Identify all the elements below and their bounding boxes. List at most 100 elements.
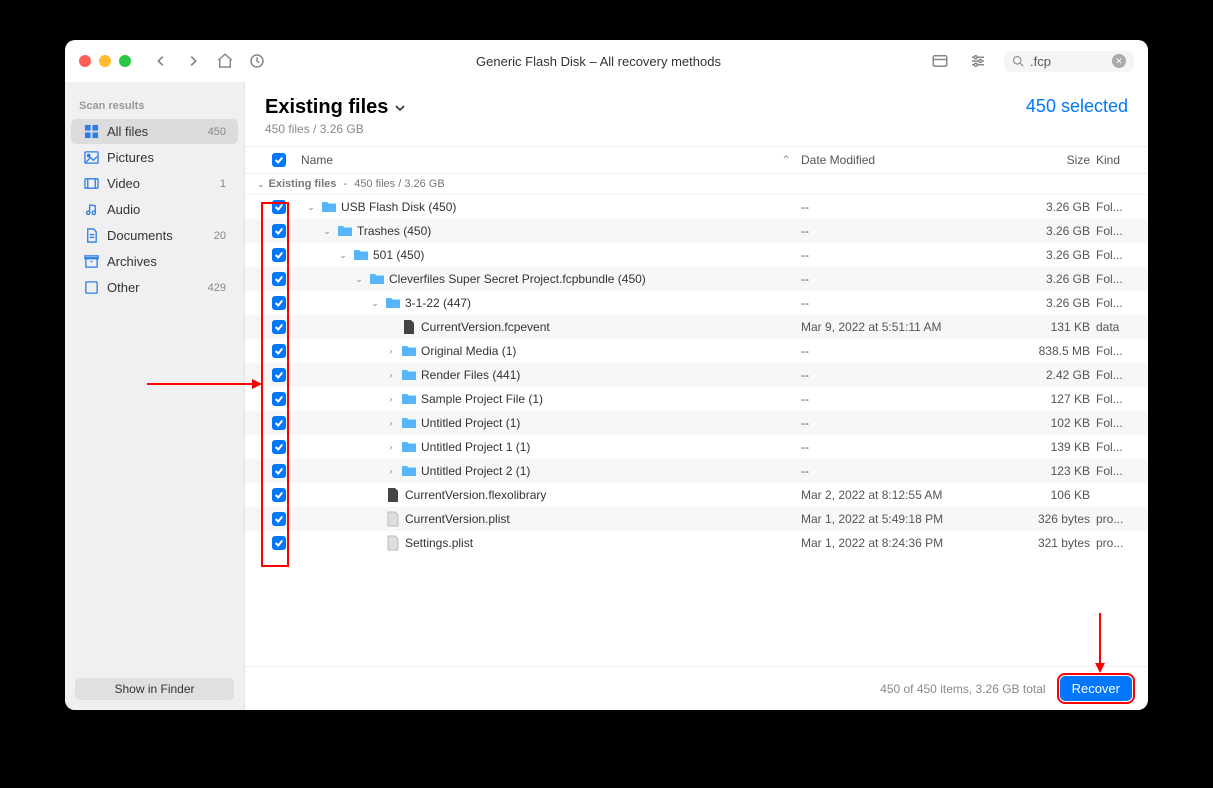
main-title[interactable]: Existing files [265,96,406,119]
file-row[interactable]: › Render Files (441) -- 2.42 GB Fol... [245,363,1148,387]
sidebar-item-pictures[interactable]: Pictures [71,145,238,170]
file-size: 106 KB [1001,488,1096,502]
sidebar-item-label: Archives [107,254,157,269]
sidebar-item-other[interactable]: Other 429 [71,275,238,300]
row-checkbox[interactable] [272,344,286,358]
file-date: Mar 9, 2022 at 5:51:11 AM [801,320,1001,334]
file-size: 123 KB [1001,464,1096,478]
row-checkbox[interactable] [272,440,286,454]
file-row[interactable]: CurrentVersion.plist Mar 1, 2022 at 5:49… [245,507,1148,531]
file-icon [385,511,401,527]
sidebar-item-all-files[interactable]: All files 450 [71,119,238,144]
chevron-down-icon[interactable]: ⌄ [257,179,265,190]
folder-icon [401,367,417,383]
home-icon[interactable] [213,49,237,73]
row-checkbox[interactable] [272,488,286,502]
sidebar-item-archives[interactable]: Archives [71,249,238,274]
row-checkbox[interactable] [272,296,286,310]
folder-icon [401,463,417,479]
file-row[interactable]: ⌄ 501 (450) -- 3.26 GB Fol... [245,243,1148,267]
search-field[interactable]: .fcp ✕ [1004,51,1134,72]
file-row[interactable]: › Untitled Project 1 (1) -- 139 KB Fol..… [245,435,1148,459]
nav-back-button[interactable] [149,49,173,73]
breadcrumb: ⌄ Existing files - 450 files / 3.26 GB [245,174,1148,195]
grid-icon [83,124,99,139]
disclosure-icon[interactable]: › [385,346,397,356]
search-input[interactable]: .fcp [1030,54,1051,69]
row-checkbox[interactable] [272,272,286,286]
row-checkbox[interactable] [272,248,286,262]
col-name[interactable]: Name ⌃ [301,153,801,167]
sidebar-item-label: Documents [107,228,173,243]
zoom-window-button[interactable] [119,55,131,67]
row-checkbox[interactable] [272,536,286,550]
sort-indicator-icon: ⌃ [781,153,791,167]
sidebar-item-label: All files [107,124,148,139]
file-kind: pro... [1096,536,1136,550]
dark-icon [385,487,401,503]
file-kind: Fol... [1096,200,1136,214]
minimize-window-button[interactable] [99,55,111,67]
disclosure-icon[interactable]: › [385,466,397,476]
file-row[interactable]: CurrentVersion.fcpevent Mar 9, 2022 at 5… [245,315,1148,339]
file-row[interactable]: › Original Media (1) -- 838.5 MB Fol... [245,339,1148,363]
file-row[interactable]: ⌄ USB Flash Disk (450) -- 3.26 GB Fol... [245,195,1148,219]
file-row[interactable]: ⌄ 3-1-22 (447) -- 3.26 GB Fol... [245,291,1148,315]
sidebar-item-documents[interactable]: Documents 20 [71,223,238,248]
sidebar-item-label: Audio [107,202,140,217]
file-name: Original Media (1) [421,344,516,358]
disclosure-icon[interactable]: › [385,442,397,452]
clear-search-button[interactable]: ✕ [1112,54,1126,68]
disclosure-icon[interactable]: › [385,394,397,404]
file-date: -- [801,296,1001,310]
disclosure-icon[interactable]: ⌄ [305,202,317,213]
file-row[interactable]: CurrentVersion.flexolibrary Mar 2, 2022 … [245,483,1148,507]
row-checkbox[interactable] [272,512,286,526]
disclosure-icon[interactable]: › [385,370,397,380]
disclosure-icon[interactable]: ⌄ [337,250,349,261]
file-kind: Fol... [1096,224,1136,238]
sidebar-item-badge: 450 [208,126,226,138]
folder-icon [369,271,385,287]
row-checkbox[interactable] [272,416,286,430]
show-in-finder-button[interactable]: Show in Finder [75,678,234,700]
file-row[interactable]: ⌄ Cleverfiles Super Secret Project.fcpbu… [245,267,1148,291]
file-name: Untitled Project 2 (1) [421,464,530,478]
disclosure-icon[interactable]: ⌄ [369,298,381,309]
col-size[interactable]: Size [1001,153,1096,167]
disclosure-icon[interactable]: ⌄ [321,226,333,237]
file-name: CurrentVersion.plist [405,512,510,526]
row-checkbox[interactable] [272,320,286,334]
col-date[interactable]: Date Modified [801,153,1001,167]
sidebar-item-video[interactable]: Video 1 [71,171,238,196]
row-checkbox[interactable] [272,200,286,214]
select-all-checkbox[interactable] [272,153,286,167]
filter-button[interactable] [966,49,990,73]
view-mode-button[interactable] [928,49,952,73]
row-checkbox[interactable] [272,368,286,382]
file-row[interactable]: › Untitled Project 2 (1) -- 123 KB Fol..… [245,459,1148,483]
file-name: Untitled Project (1) [421,416,520,430]
row-checkbox[interactable] [272,464,286,478]
row-checkbox[interactable] [272,224,286,238]
refresh-icon[interactable] [245,49,269,73]
disclosure-icon[interactable]: ⌄ [353,274,365,285]
folder-icon [353,247,369,263]
file-date: Mar 1, 2022 at 8:24:36 PM [801,536,1001,550]
nav-forward-button[interactable] [181,49,205,73]
file-row[interactable]: › Untitled Project (1) -- 102 KB Fol... [245,411,1148,435]
sidebar-item-label: Video [107,176,140,191]
dark-icon [401,319,417,335]
file-size: 2.42 GB [1001,368,1096,382]
file-size: 3.26 GB [1001,272,1096,286]
row-checkbox[interactable] [272,392,286,406]
file-row[interactable]: › Sample Project File (1) -- 127 KB Fol.… [245,387,1148,411]
sidebar-item-audio[interactable]: Audio [71,197,238,222]
file-date: -- [801,440,1001,454]
file-row[interactable]: ⌄ Trashes (450) -- 3.26 GB Fol... [245,219,1148,243]
file-row[interactable]: Settings.plist Mar 1, 2022 at 8:24:36 PM… [245,531,1148,555]
close-window-button[interactable] [79,55,91,67]
recover-button[interactable]: Recover [1060,676,1132,701]
col-kind[interactable]: Kind [1096,153,1136,167]
disclosure-icon[interactable]: › [385,418,397,428]
